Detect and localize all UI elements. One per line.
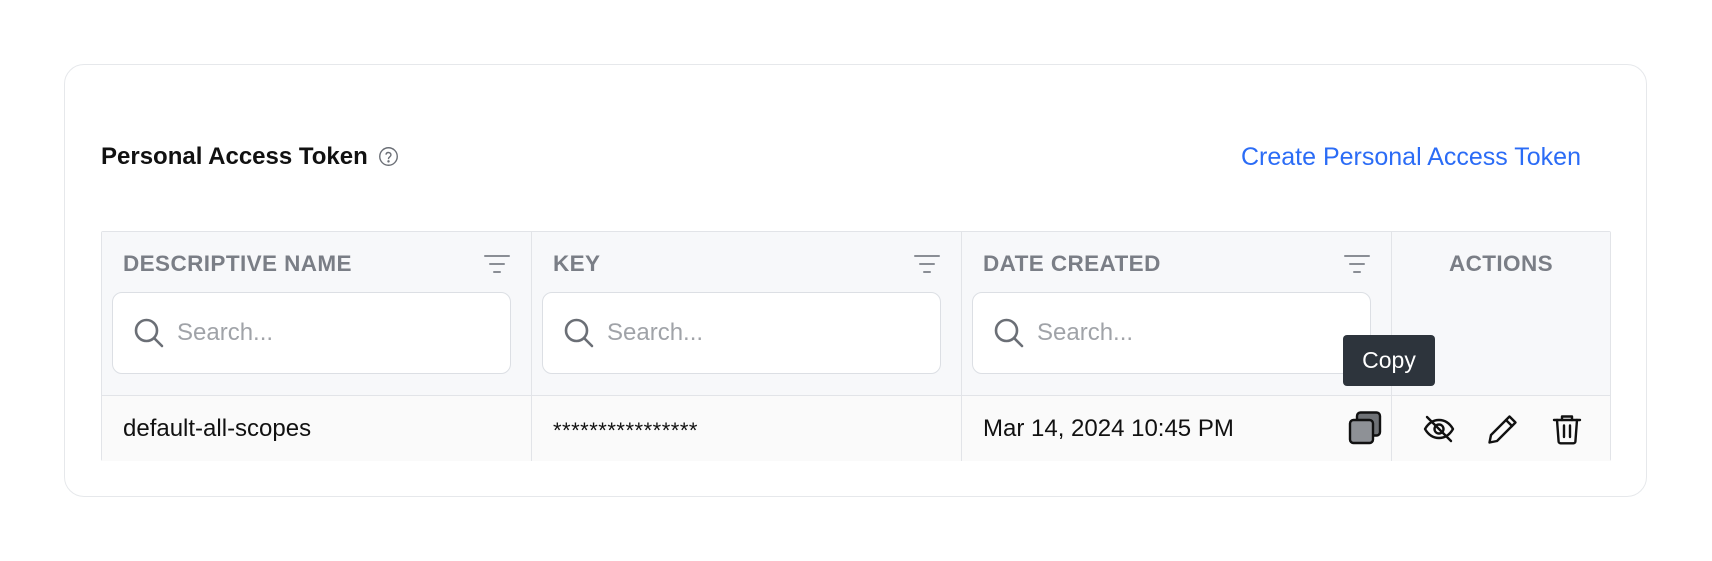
filter-icon[interactable] xyxy=(913,252,941,276)
column-header-label[interactable]: KEY xyxy=(553,251,600,277)
column-date-created: DATE CREATED xyxy=(962,232,1392,395)
column-descriptive-name: DESCRIPTIVE NAME xyxy=(102,232,532,395)
date-created-search-input[interactable] xyxy=(1035,318,1355,348)
copy-tooltip: Copy xyxy=(1343,335,1435,386)
search-icon xyxy=(134,318,164,348)
search-icon xyxy=(564,318,594,348)
table-row: default-all-scopes **************** Mar … xyxy=(102,396,1610,461)
cell-key: **************** xyxy=(532,396,962,461)
pencil-icon[interactable] xyxy=(1486,412,1520,446)
column-header-label[interactable]: DATE CREATED xyxy=(983,251,1161,277)
column-header-label: ACTIONS xyxy=(1448,251,1554,276)
copy-icon[interactable] xyxy=(1347,410,1383,446)
filter-icon[interactable] xyxy=(483,252,511,276)
section-title: Personal Access Token xyxy=(101,143,399,171)
personal-access-token-card: Personal Access Token Create Personal Ac… xyxy=(64,64,1647,497)
create-personal-access-token-link[interactable]: Create Personal Access Token xyxy=(1241,143,1581,172)
card-header: Personal Access Token Create Personal Ac… xyxy=(101,137,1610,177)
eye-off-icon[interactable] xyxy=(1422,412,1456,446)
cell-descriptive-name: default-all-scopes xyxy=(102,396,532,461)
token-date-created: Mar 14, 2024 10:45 PM xyxy=(983,414,1234,442)
row-actions xyxy=(1392,396,1610,461)
token-key-masked: **************** xyxy=(553,417,698,443)
search-box-date-created xyxy=(972,292,1371,374)
trash-icon[interactable] xyxy=(1550,412,1584,446)
search-box-key xyxy=(542,292,941,374)
search-box-descriptive-name xyxy=(112,292,511,374)
column-key: KEY xyxy=(532,232,962,395)
section-title-text: Personal Access Token xyxy=(101,143,368,170)
cell-date-created: Mar 14, 2024 10:45 PM xyxy=(962,396,1392,461)
filter-icon[interactable] xyxy=(1343,252,1371,276)
token-name: default-all-scopes xyxy=(123,414,312,442)
descriptive-name-search-input[interactable] xyxy=(175,318,495,348)
cell-actions xyxy=(1392,396,1610,461)
question-circle-icon[interactable] xyxy=(378,146,399,167)
key-search-input[interactable] xyxy=(605,318,925,348)
search-icon xyxy=(994,318,1024,348)
column-header-label[interactable]: DESCRIPTIVE NAME xyxy=(123,251,352,277)
